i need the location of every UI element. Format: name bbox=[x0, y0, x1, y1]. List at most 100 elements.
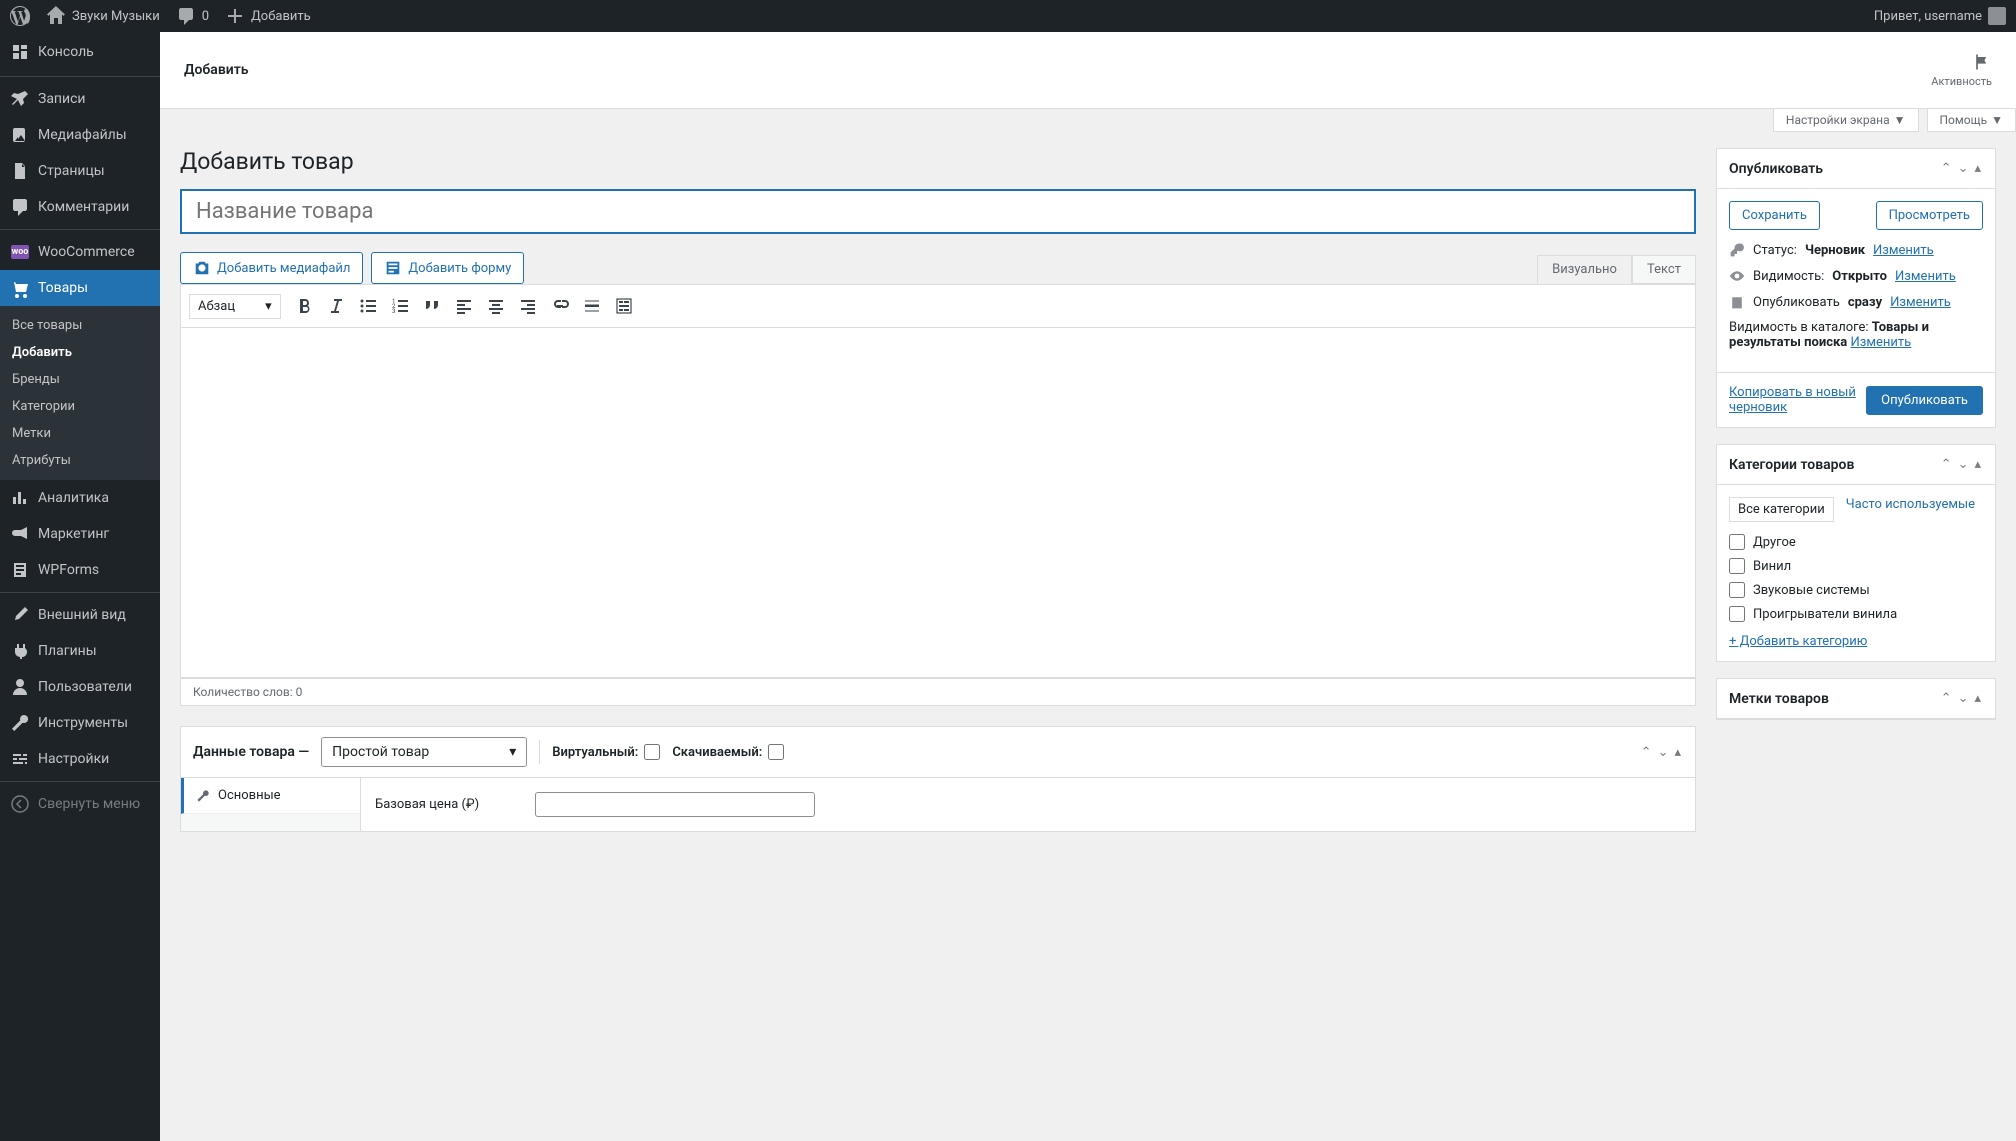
price-input[interactable] bbox=[535, 792, 815, 817]
comments-link[interactable]: 0 bbox=[176, 6, 209, 26]
page-icon bbox=[10, 161, 30, 181]
link-button[interactable] bbox=[545, 291, 575, 321]
help-button[interactable]: Помощь ▼ bbox=[1927, 109, 2016, 132]
user-greeting[interactable]: Привет, username bbox=[1874, 7, 2006, 25]
box-down-icon[interactable]: ⌄ bbox=[1956, 159, 1971, 178]
menu-comments[interactable]: Комментарии bbox=[0, 189, 160, 225]
submenu-tags[interactable]: Метки bbox=[0, 420, 160, 447]
add-new-link[interactable]: Добавить bbox=[225, 6, 311, 26]
pd-tab-general[interactable]: Основные bbox=[181, 778, 360, 814]
edit-publish-link[interactable]: Изменить bbox=[1890, 295, 1951, 310]
key-icon bbox=[1729, 242, 1745, 258]
wp-logo[interactable] bbox=[10, 6, 30, 26]
menu-appearance[interactable]: Внешний вид bbox=[0, 597, 160, 633]
analytics-icon bbox=[10, 488, 30, 508]
publish-button[interactable]: Опубликовать bbox=[1866, 386, 1983, 415]
add-category-link[interactable]: + Добавить категорию bbox=[1729, 634, 1983, 649]
editor-textarea[interactable] bbox=[180, 328, 1696, 678]
ol-button[interactable]: 123 bbox=[385, 291, 415, 321]
menu-woocommerce[interactable]: wooWooCommerce bbox=[0, 234, 160, 270]
copy-draft-link[interactable]: Копировать в новый черновик bbox=[1729, 385, 1866, 415]
submenu-categories[interactable]: Категории bbox=[0, 393, 160, 420]
price-label: Базовая цена (₽) bbox=[375, 797, 515, 812]
pin-icon bbox=[10, 89, 30, 109]
readmore-button[interactable] bbox=[577, 291, 607, 321]
avatar bbox=[1988, 7, 2006, 25]
menu-collapse[interactable]: Свернуть меню bbox=[0, 786, 160, 822]
menu-posts[interactable]: Записи bbox=[0, 81, 160, 117]
add-form-button[interactable]: Добавить форму bbox=[371, 252, 524, 284]
flag-icon bbox=[1972, 52, 1992, 72]
box-toggle-icon[interactable]: ▴ bbox=[1672, 743, 1683, 762]
italic-button[interactable] bbox=[321, 291, 351, 321]
site-link[interactable]: Звуки Музыки bbox=[46, 6, 160, 26]
category-checkbox[interactable] bbox=[1729, 582, 1745, 598]
edit-status-link[interactable]: Изменить bbox=[1873, 243, 1934, 258]
admin-bar: Звуки Музыки 0 Добавить Привет, username bbox=[0, 0, 2016, 32]
align-left-button[interactable] bbox=[449, 291, 479, 321]
menu-users[interactable]: Пользователи bbox=[0, 669, 160, 705]
screen-options-button[interactable]: Настройки экрана ▼ bbox=[1773, 109, 1919, 132]
category-item[interactable]: Проигрыватели винила bbox=[1729, 606, 1983, 622]
edit-catalog-link[interactable]: Изменить bbox=[1851, 335, 1912, 350]
quote-button[interactable] bbox=[417, 291, 447, 321]
menu-products[interactable]: Товары bbox=[0, 270, 160, 306]
menu-plugins[interactable]: Плагины bbox=[0, 633, 160, 669]
menu-analytics[interactable]: Аналитика bbox=[0, 480, 160, 516]
submenu-all-products[interactable]: Все товары bbox=[0, 312, 160, 339]
box-up-icon[interactable]: ⌃ bbox=[1939, 159, 1954, 178]
box-down-icon[interactable]: ⌄ bbox=[1956, 455, 1971, 474]
submenu-brands[interactable]: Бренды bbox=[0, 366, 160, 393]
chevron-down-icon: ▾ bbox=[509, 744, 516, 760]
box-down-icon[interactable]: ⌄ bbox=[1956, 689, 1971, 708]
bold-button[interactable] bbox=[289, 291, 319, 321]
downloadable-checkbox[interactable] bbox=[768, 744, 784, 760]
format-select[interactable]: Абзац▾ bbox=[189, 294, 281, 319]
box-toggle-icon[interactable]: ▴ bbox=[1972, 689, 1983, 708]
text-tab[interactable]: Текст bbox=[1632, 255, 1696, 284]
box-up-icon[interactable]: ⌃ bbox=[1639, 743, 1654, 762]
menu-settings[interactable]: Настройки bbox=[0, 741, 160, 777]
product-type-select[interactable]: Простой товар▾ bbox=[321, 737, 527, 767]
wrench-icon bbox=[196, 789, 210, 803]
sliders-icon bbox=[10, 749, 30, 769]
submenu-add-product[interactable]: Добавить bbox=[0, 339, 160, 366]
menu-tools[interactable]: Инструменты bbox=[0, 705, 160, 741]
activity-button[interactable]: Активность bbox=[1931, 52, 1992, 88]
box-down-icon[interactable]: ⌄ bbox=[1656, 743, 1671, 762]
submenu-attributes[interactable]: Атрибуты bbox=[0, 447, 160, 474]
align-center-button[interactable] bbox=[481, 291, 511, 321]
menu-dashboard[interactable]: Консоль bbox=[0, 32, 160, 72]
category-item[interactable]: Другое bbox=[1729, 534, 1983, 550]
menu-wpforms[interactable]: WPForms bbox=[0, 552, 160, 588]
collapse-icon bbox=[10, 794, 30, 814]
menu-media[interactable]: Медиафайлы bbox=[0, 117, 160, 153]
product-title-input[interactable] bbox=[180, 189, 1696, 234]
box-up-icon[interactable]: ⌃ bbox=[1939, 455, 1954, 474]
visual-tab[interactable]: Визуально bbox=[1537, 255, 1632, 284]
toolbar-toggle-button[interactable] bbox=[609, 291, 639, 321]
category-checkbox[interactable] bbox=[1729, 534, 1745, 550]
menu-pages[interactable]: Страницы bbox=[0, 153, 160, 189]
plus-icon bbox=[225, 6, 245, 26]
category-item[interactable]: Винил bbox=[1729, 558, 1983, 574]
menu-marketing[interactable]: Маркетинг bbox=[0, 516, 160, 552]
comment-icon bbox=[176, 6, 196, 26]
category-checkbox[interactable] bbox=[1729, 558, 1745, 574]
ul-button[interactable] bbox=[353, 291, 383, 321]
edit-visibility-link[interactable]: Изменить bbox=[1895, 269, 1956, 284]
virtual-checkbox[interactable] bbox=[644, 744, 660, 760]
save-draft-button[interactable]: Сохранить bbox=[1729, 201, 1820, 230]
cat-tab-popular[interactable]: Часто используемые bbox=[1846, 497, 1975, 522]
category-checkbox[interactable] bbox=[1729, 606, 1745, 622]
cat-tab-all[interactable]: Все категории bbox=[1729, 497, 1834, 522]
box-up-icon[interactable]: ⌃ bbox=[1939, 689, 1954, 708]
preview-button[interactable]: Просмотреть bbox=[1876, 201, 1983, 230]
form-icon bbox=[10, 560, 30, 580]
brush-icon bbox=[10, 605, 30, 625]
box-toggle-icon[interactable]: ▴ bbox=[1972, 159, 1983, 178]
add-media-button[interactable]: Добавить медиафайл bbox=[180, 252, 363, 284]
box-toggle-icon[interactable]: ▴ bbox=[1972, 455, 1983, 474]
category-item[interactable]: Звуковые системы bbox=[1729, 582, 1983, 598]
align-right-button[interactable] bbox=[513, 291, 543, 321]
